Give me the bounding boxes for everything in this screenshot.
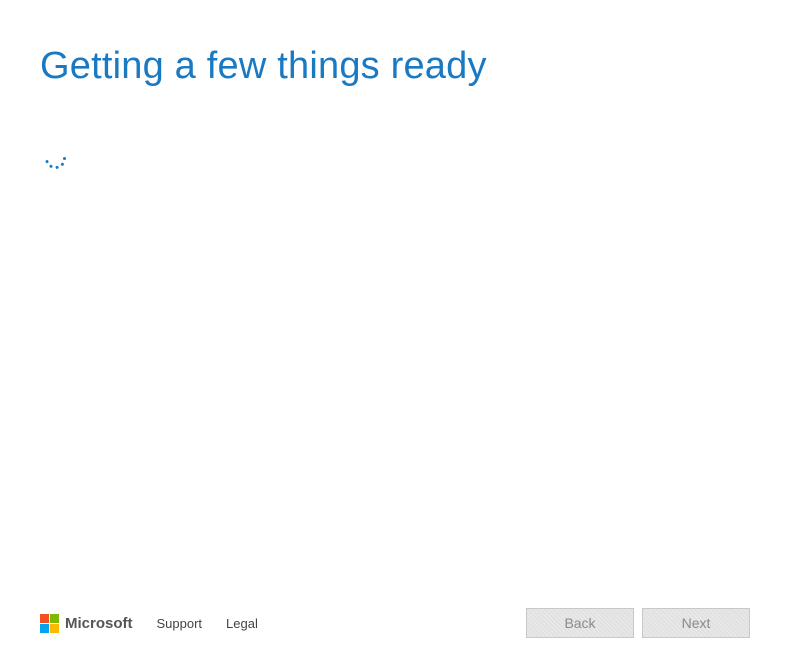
- back-button[interactable]: Back: [526, 608, 634, 638]
- spinner-icon: [44, 148, 66, 170]
- page-title: Getting a few things ready: [40, 44, 750, 90]
- support-link[interactable]: Support: [157, 616, 203, 631]
- main-content: Getting a few things ready: [0, 0, 790, 170]
- brand-block: Microsoft: [40, 614, 133, 633]
- legal-link[interactable]: Legal: [226, 616, 258, 631]
- footer-bar: Microsoft Support Legal Back Next: [0, 587, 790, 659]
- footer-right: Back Next: [526, 608, 750, 638]
- loading-spinner: [44, 148, 750, 170]
- next-button[interactable]: Next: [642, 608, 750, 638]
- brand-name: Microsoft: [65, 615, 133, 632]
- microsoft-logo-icon: [40, 614, 59, 633]
- footer-left: Microsoft Support Legal: [40, 614, 258, 633]
